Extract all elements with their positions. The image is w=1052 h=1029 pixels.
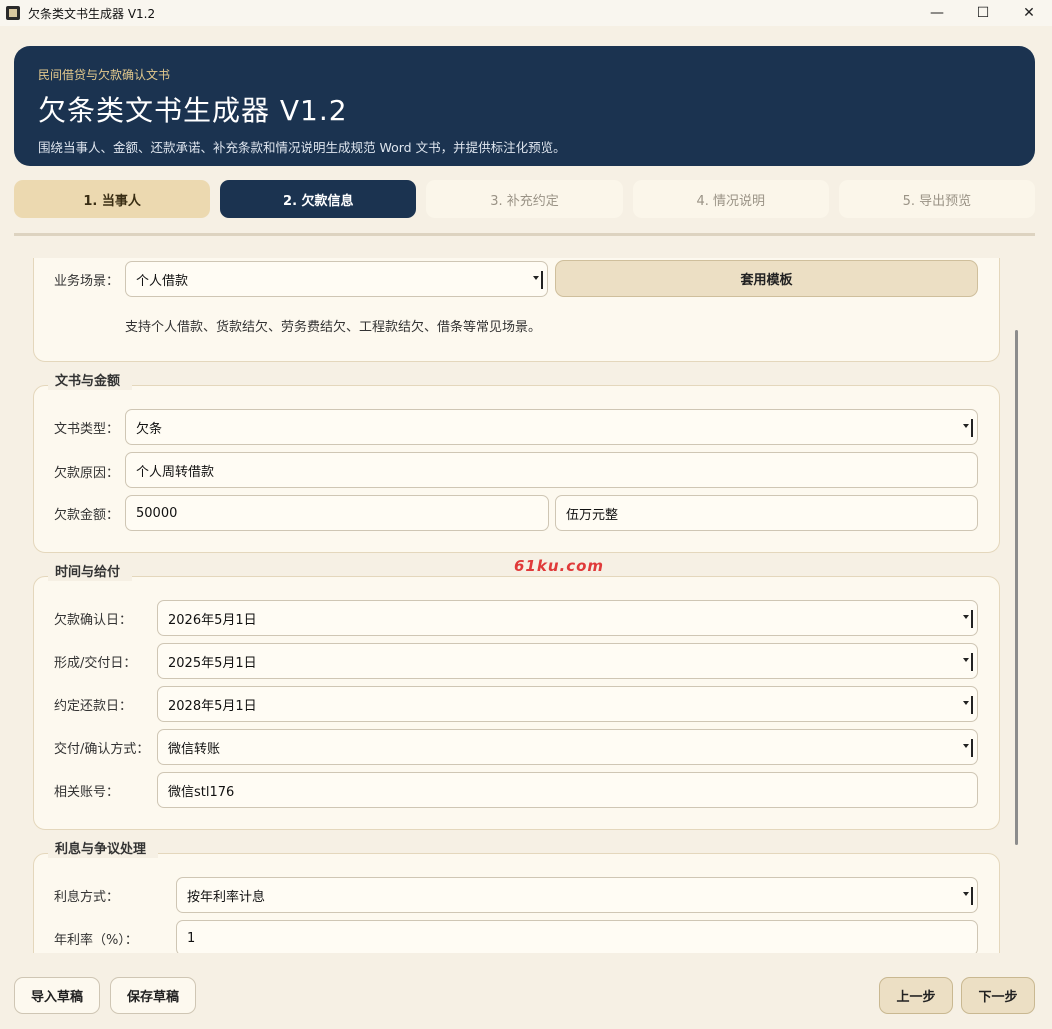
step-tab-supplementary[interactable]: 3. 补充约定: [426, 180, 623, 218]
apply-template-button[interactable]: 套用模板: [555, 260, 978, 297]
step-tabs: 1. 当事人 2. 欠款信息 3. 补充约定 4. 情况说明 5. 导出预览: [14, 180, 1036, 218]
close-icon[interactable]: ✕: [1006, 0, 1052, 26]
app-icon: [6, 6, 20, 20]
rate-value: 1: [187, 930, 196, 946]
next-step-button[interactable]: 下一步: [961, 977, 1035, 1014]
prev-step-button[interactable]: 上一步: [879, 977, 953, 1014]
amount-uppercase-value: 伍万元整: [566, 507, 619, 523]
banner-description: 围绕当事人、金额、还款承诺、补充条款和情况说明生成规范 Word 文书，并提供标…: [38, 140, 566, 155]
formed-date-label: 形成/交付日：: [54, 656, 137, 671]
import-draft-button[interactable]: 导入草稿: [14, 977, 100, 1014]
rate-label: 年利率（%）：: [54, 933, 138, 948]
time-payment-title: 时间与给付: [48, 559, 133, 581]
chevron-down-icon: [963, 744, 969, 748]
confirm-date-select[interactable]: 2026年5月1日: [157, 600, 978, 636]
minimize-icon[interactable]: —: [914, 0, 960, 26]
reason-label: 欠款原因：: [54, 466, 120, 481]
banner-title: 欠条类文书生成器 V1.2: [38, 94, 348, 127]
method-value: 微信转账: [168, 741, 221, 757]
scenario-select[interactable]: 个人借款: [125, 261, 548, 297]
amount-uppercase-field[interactable]: 伍万元整: [555, 495, 978, 531]
confirm-date-label: 欠款确认日：: [54, 613, 133, 628]
save-draft-button[interactable]: 保存草稿: [110, 977, 196, 1014]
rate-input[interactable]: 1: [176, 920, 978, 953]
account-label: 相关账号：: [54, 785, 120, 800]
scenario-hint: 支持个人借款、货款结欠、劳务费结欠、工程款结欠、借条等常见场景。: [125, 320, 542, 335]
vertical-scrollbar[interactable]: [1015, 330, 1018, 845]
header-banner: 民间借贷与欠款确认文书 欠条类文书生成器 V1.2 围绕当事人、金额、还款承诺、…: [14, 46, 1035, 166]
step-tab-parties[interactable]: 1. 当事人: [14, 180, 211, 218]
step-tab-debt-info[interactable]: 2. 欠款信息: [220, 180, 417, 218]
doc-amount-title: 文书与金额: [48, 368, 133, 390]
repay-date-value: 2028年5月1日: [168, 698, 257, 714]
header-divider: [14, 233, 1035, 236]
scenario-label: 业务场景：: [54, 274, 120, 289]
method-select[interactable]: 微信转账: [157, 729, 978, 765]
watermark: 61ku.com: [514, 557, 605, 575]
interest-title: 利息与争议处理: [48, 836, 159, 858]
step-tab-statement[interactable]: 4. 情况说明: [632, 180, 829, 218]
window-title: 欠条类文书生成器 V1.2: [28, 6, 156, 21]
maximize-icon[interactable]: ☐: [960, 0, 1006, 26]
formed-date-value: 2025年5月1日: [168, 655, 257, 671]
chevron-down-icon: [963, 892, 969, 896]
amount-value: 50000: [136, 505, 178, 521]
banner-kicker: 民间借贷与欠款确认文书: [38, 68, 171, 82]
repay-date-label: 约定还款日：: [54, 699, 133, 714]
repay-date-select[interactable]: 2028年5月1日: [157, 686, 978, 722]
doc-type-label: 文书类型：: [54, 422, 120, 437]
chevron-down-icon: [963, 615, 969, 619]
chevron-down-icon: [963, 658, 969, 662]
interest-mode-value: 按年利率计息: [187, 889, 266, 905]
chevron-down-icon: [963, 701, 969, 705]
window-controls: — ☐ ✕: [914, 0, 1052, 26]
title-bar: 欠条类文书生成器 V1.2 — ☐ ✕: [0, 0, 1052, 26]
form-scroll-area[interactable]: 业务场景： 个人借款 套用模板 支持个人借款、货款结欠、劳务费结欠、工程款结欠、…: [14, 258, 1027, 953]
doc-type-value: 欠条: [136, 421, 163, 437]
step-tab-export-preview[interactable]: 5. 导出预览: [838, 180, 1036, 218]
amount-input[interactable]: 50000: [125, 495, 549, 531]
interest-mode-select[interactable]: 按年利率计息: [176, 877, 978, 913]
account-value: 微信stl176: [168, 784, 235, 800]
scenario-value: 个人借款: [136, 273, 189, 289]
confirm-date-value: 2026年5月1日: [168, 612, 257, 628]
formed-date-select[interactable]: 2025年5月1日: [157, 643, 978, 679]
account-input[interactable]: 微信stl176: [157, 772, 978, 808]
interest-mode-label: 利息方式：: [54, 890, 120, 905]
doc-type-select[interactable]: 欠条: [125, 409, 978, 445]
chevron-down-icon: [963, 424, 969, 428]
amount-label: 欠款金额：: [54, 508, 120, 523]
method-label: 交付/确认方式：: [54, 742, 150, 757]
chevron-down-icon: [533, 276, 539, 280]
reason-value: 个人周转借款: [136, 464, 215, 480]
reason-input[interactable]: 个人周转借款: [125, 452, 978, 488]
